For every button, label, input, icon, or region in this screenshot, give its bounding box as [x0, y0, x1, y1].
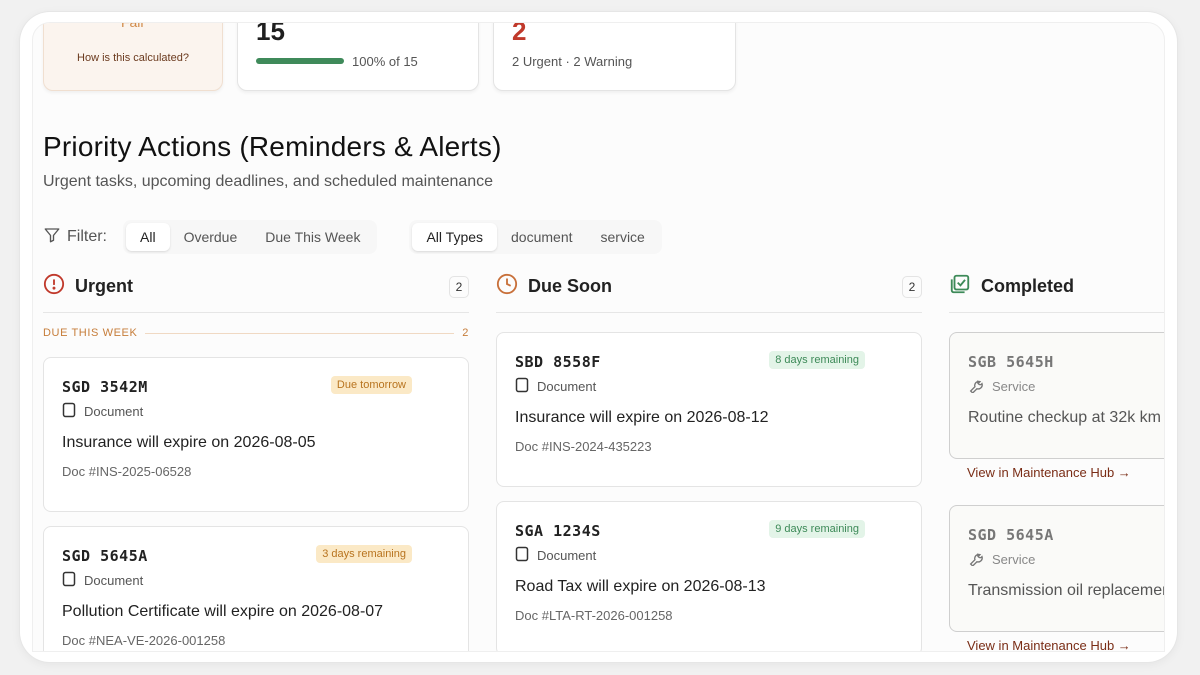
document-number: Doc #NEA-VE-2026-001258	[62, 633, 226, 648]
check-square-icon	[949, 273, 971, 300]
vehicle-plate: SGD 5645A	[62, 547, 148, 565]
filter-all-types[interactable]: All Types	[412, 223, 498, 251]
completed-card[interactable]: SGB 5645H Service Routine checkup at 32k…	[949, 332, 1164, 459]
reminder-message: Road Tax will expire on 2026-08-13	[515, 578, 766, 595]
maintenance-hub-link[interactable]: View in Maintenance Hub →	[967, 638, 1131, 651]
item-type: Service	[968, 377, 1035, 396]
item-type: Document	[62, 571, 143, 590]
item-type-label: Document	[537, 548, 597, 563]
vehicle-plate: SGD 5645A	[968, 526, 1054, 544]
due-badge: 8 days remaining	[769, 351, 865, 369]
health-score-value: Fair	[120, 22, 146, 30]
group-divider: DUE THIS WEEK 2	[43, 327, 469, 339]
how-calculated-link[interactable]: How is this calculated?	[44, 52, 222, 64]
document-icon	[515, 377, 529, 396]
filter-all[interactable]: All	[126, 223, 170, 251]
item-type: Document	[62, 402, 143, 421]
completed-message: Transmission oil replacement	[968, 582, 1165, 599]
filter-icon	[43, 226, 61, 249]
clock-icon	[496, 273, 518, 300]
page-title: Priority Actions (Reminders & Alerts)	[43, 131, 502, 162]
vehicle-plate: SGB 5645H	[968, 353, 1054, 371]
document-icon	[62, 402, 76, 421]
alerts-count: 2	[512, 22, 527, 46]
alert-circle-icon	[43, 273, 65, 300]
due-soon-column-header: Due Soon 2	[496, 271, 922, 313]
page-subtitle: Urgent tasks, upcoming deadlines, and sc…	[43, 173, 494, 190]
group-divider-line	[145, 332, 455, 334]
filter-due-this-week[interactable]: Due This Week	[251, 223, 374, 251]
document-number: Doc #INS-2024-435223	[515, 439, 652, 454]
vehicle-plate: SGA 1234S	[515, 522, 601, 540]
filter-label-text: Filter:	[67, 228, 107, 245]
item-type-label: Document	[537, 379, 597, 394]
reminder-card[interactable]: SBD 8558F 8 days remaining Document Insu…	[496, 332, 922, 487]
tasks-stat-card: 15 100% of 15	[237, 22, 479, 91]
maintenance-hub-link[interactable]: View in Maintenance Hub →	[967, 465, 1131, 480]
vehicle-plate: SBD 8558F	[515, 353, 601, 371]
reminder-message: Insurance will expire on 2026-08-12	[515, 409, 769, 426]
urgent-column-title: Urgent	[75, 276, 133, 296]
tasks-progress-caption: 100% of 15	[352, 54, 418, 69]
tasks-count: 15	[256, 22, 285, 46]
app-screen: Fair How is this calculated? 15 100% of …	[32, 22, 1165, 652]
reminder-card[interactable]: SGA 1234S 9 days remaining Document Road…	[496, 501, 922, 651]
due-soon-column-title: Due Soon	[528, 276, 612, 296]
wrench-icon	[968, 550, 984, 569]
item-type: Service	[968, 550, 1035, 569]
reminder-message: Insurance will expire on 2026-08-05	[62, 434, 316, 451]
item-type-label: Service	[992, 552, 1036, 567]
tasks-progress-bar	[256, 58, 344, 64]
completed-column-header: Completed	[949, 271, 1164, 313]
health-score-card: Fair How is this calculated?	[43, 22, 223, 91]
alerts-caption: 2 Urgent · 2 Warning	[512, 54, 633, 69]
item-type: Document	[515, 546, 596, 565]
due-badge: Due tomorrow	[330, 376, 412, 394]
due-soon-column: Due Soon 2	[496, 271, 922, 313]
filter-label: Filter:	[43, 226, 107, 249]
item-type-label: Document	[84, 404, 144, 419]
filter-document[interactable]: document	[497, 223, 586, 251]
reminder-message: Pollution Certificate will expire on 202…	[62, 603, 384, 620]
type-filter-group: All Types document service	[409, 220, 662, 254]
item-type-label: Service	[992, 379, 1036, 394]
urgent-column: Urgent 2 DUE THIS WEEK 2	[43, 271, 469, 339]
group-label: DUE THIS WEEK	[43, 327, 138, 339]
vehicle-plate: SGD 3542M	[62, 378, 148, 396]
due-badge: 3 days remaining	[316, 545, 412, 563]
group-count: 2	[462, 327, 469, 339]
alerts-stat-card: 2 2 Urgent · 2 Warning	[493, 22, 736, 91]
filter-service[interactable]: service	[587, 223, 659, 251]
item-type-label: Document	[84, 573, 144, 588]
wrench-icon	[968, 377, 984, 396]
document-icon	[515, 546, 529, 565]
completed-column-title: Completed	[981, 276, 1075, 296]
document-number: Doc #LTA-RT-2026-001258	[515, 608, 673, 623]
urgent-count-badge: 2	[449, 275, 469, 298]
item-type: Document	[515, 377, 596, 396]
filter-bar: Filter: All Overdue Due This Week All Ty…	[43, 219, 694, 255]
due-soon-count-badge: 2	[902, 275, 922, 298]
reminder-card[interactable]: SGD 5645A 3 days remaining Document Poll…	[43, 526, 469, 651]
device-frame: Fair How is this calculated? 15 100% of …	[20, 12, 1177, 662]
reminder-card[interactable]: SGD 3542M Due tomorrow Document Insuranc…	[43, 357, 469, 512]
document-icon	[62, 571, 76, 590]
completed-card[interactable]: SGD 5645A Service Transmission oil repla…	[949, 505, 1165, 632]
filter-overdue[interactable]: Overdue	[170, 223, 252, 251]
due-badge: 9 days remaining	[769, 520, 865, 538]
time-filter-group: All Overdue Due This Week	[123, 220, 378, 254]
urgent-column-header: Urgent 2	[43, 271, 469, 313]
completed-column: Completed	[949, 271, 1164, 313]
document-number: Doc #INS-2025-06528	[62, 464, 192, 479]
completed-message: Routine checkup at 32k km	[968, 409, 1161, 426]
